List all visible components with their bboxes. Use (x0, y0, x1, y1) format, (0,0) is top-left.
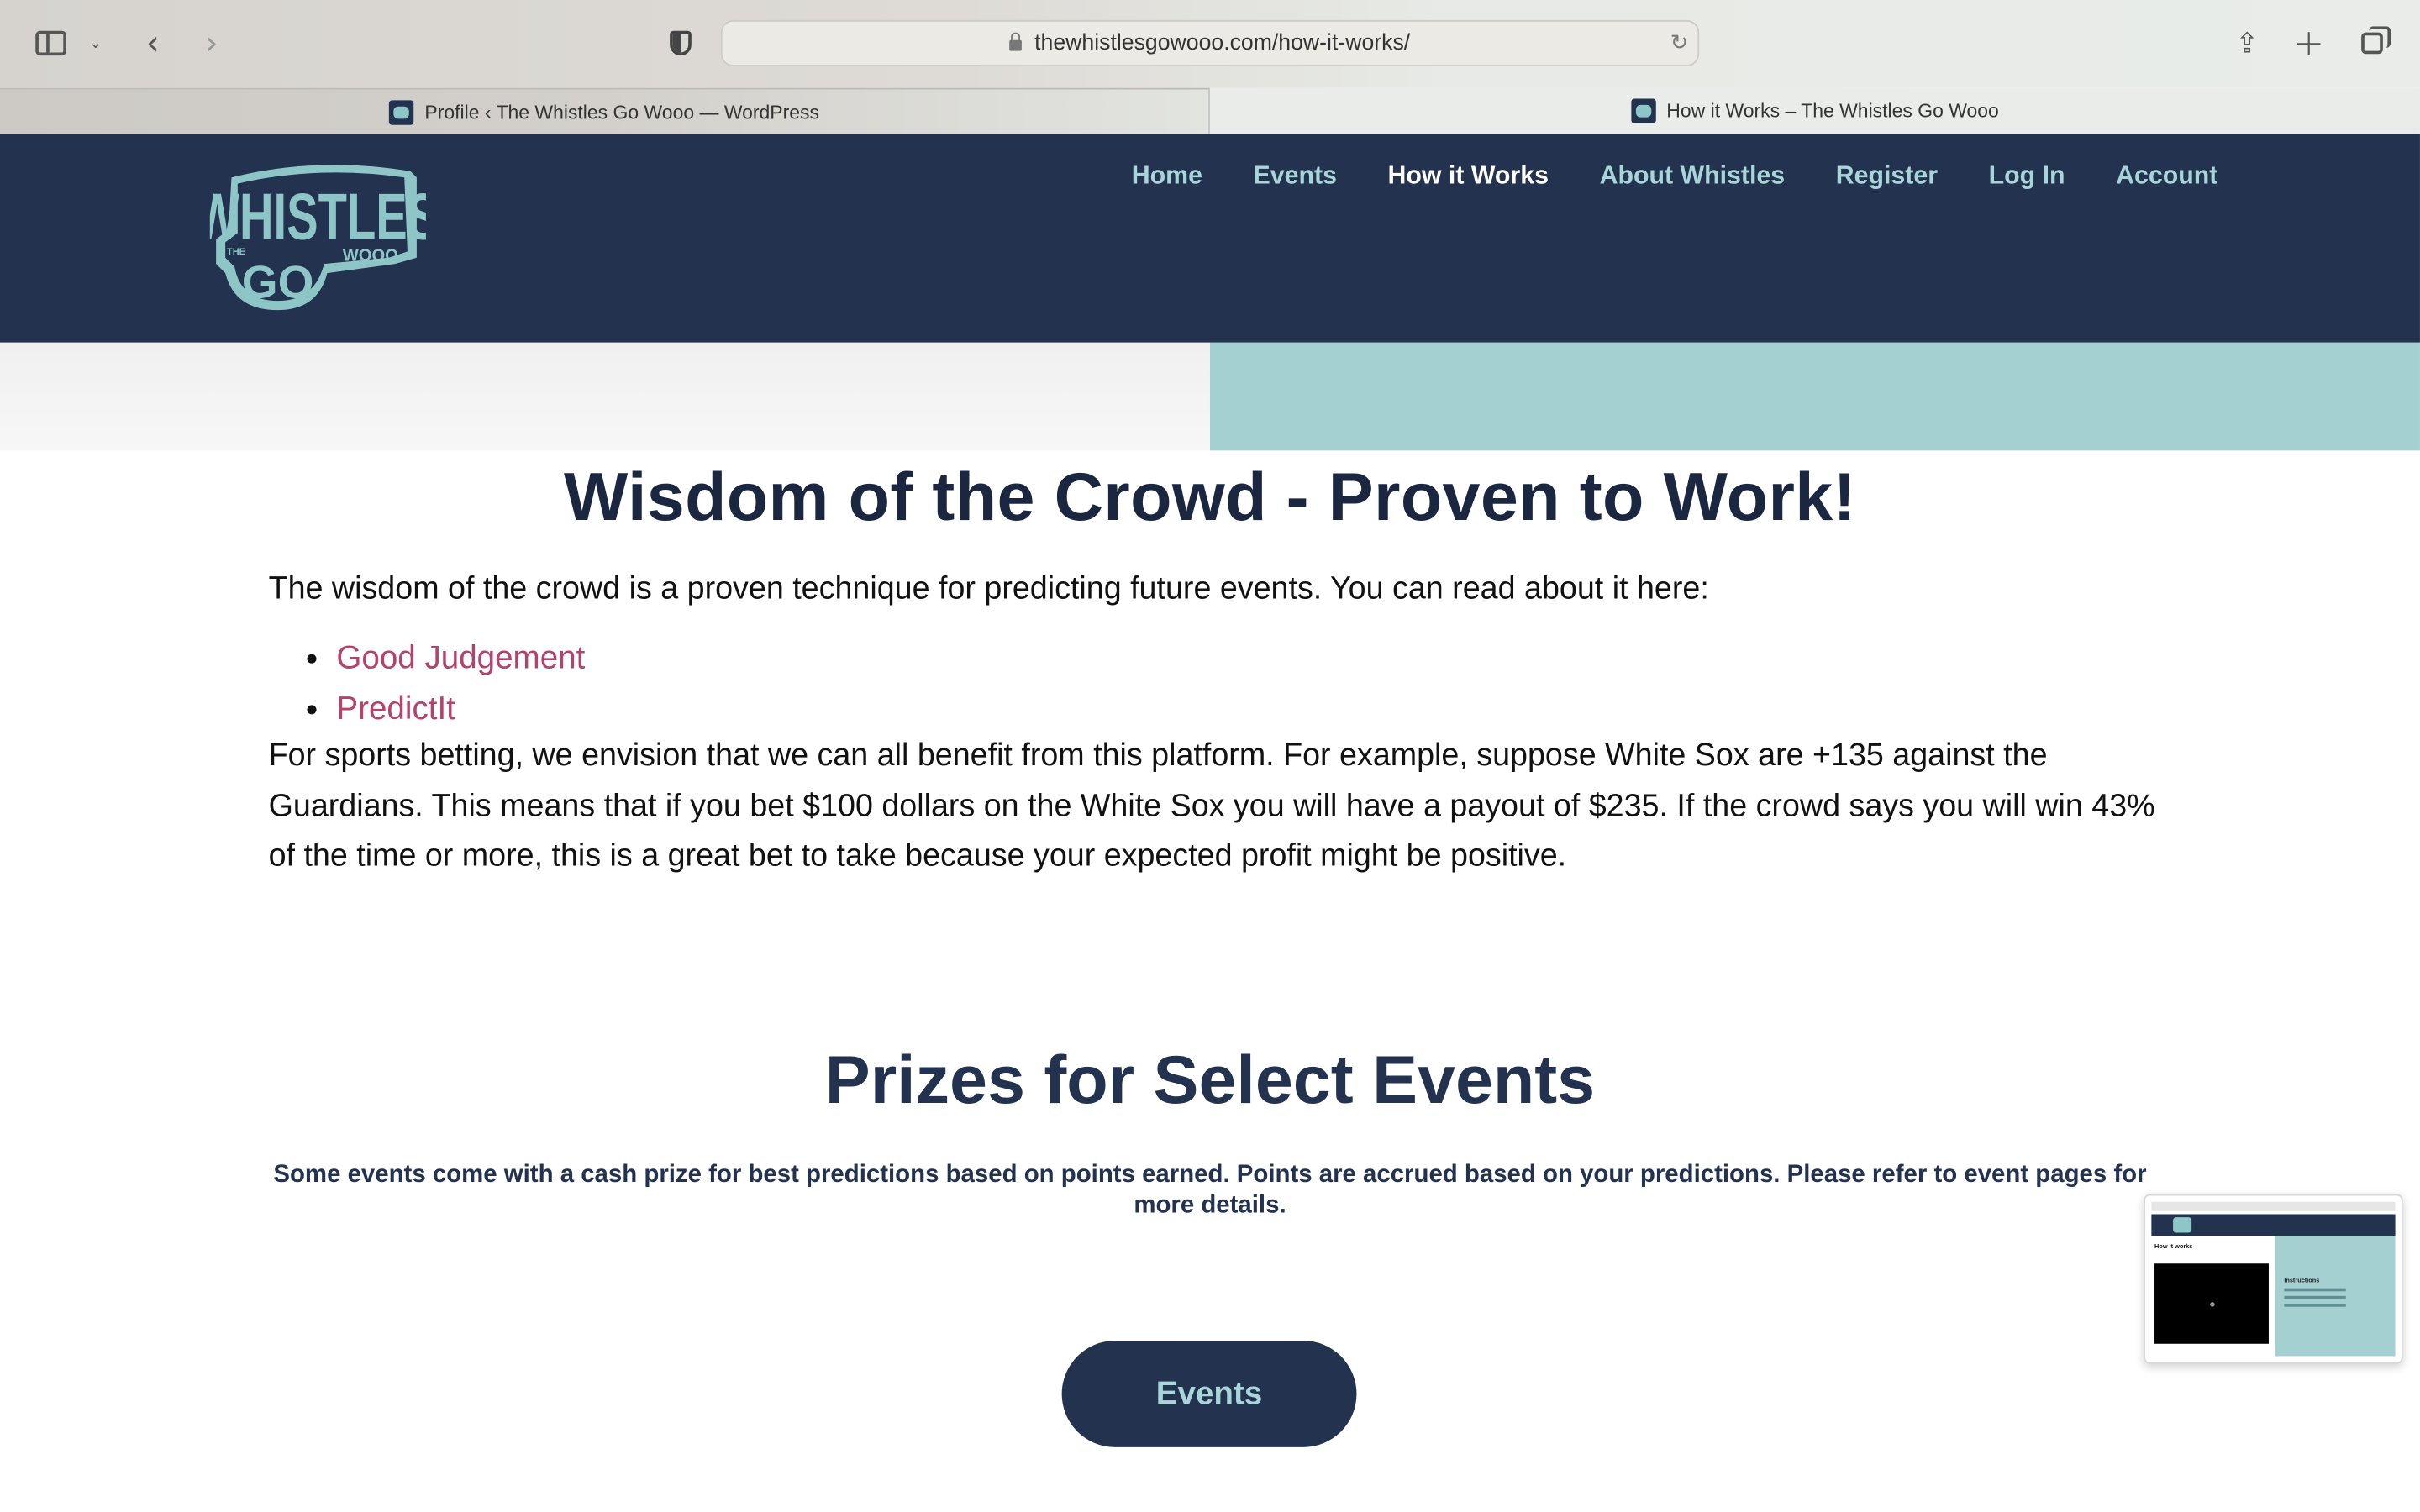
logo-text-the: THE (227, 247, 245, 257)
tab-label: How it Works – The Whistles Go Wooo (1666, 100, 1999, 123)
prizes-heading: Prizes for Select Events (824, 1042, 1596, 1119)
pip-title: How it works (2154, 1242, 2193, 1250)
chevron-down-icon[interactable]: ⌄ (83, 22, 108, 65)
logo-text-go: GO (242, 255, 314, 307)
share-icon[interactable]: ⇪ (2228, 22, 2265, 65)
pip-text-line (2284, 1288, 2346, 1292)
prizes-text: Some events come with a cash prize for b… (273, 1162, 2147, 1219)
hero-left-panel (0, 342, 1210, 451)
nav-home[interactable]: Home (1132, 162, 1202, 192)
logo-text-whistles: WHISTLES (210, 181, 426, 254)
site-favicon-icon (1631, 98, 1656, 123)
reload-icon[interactable]: ↻ (1670, 29, 1689, 55)
list-item: PredictIt (336, 684, 585, 735)
tab-label: Profile ‹ The Whistles Go Wooo — WordPre… (424, 101, 819, 123)
events-button[interactable]: Events (1061, 1341, 1357, 1447)
browser-toolbar: ⌄ ‹ › thewhistlesgowooo.com/how-it-works… (0, 0, 2420, 88)
nav-about-whistles[interactable]: About Whistles (1600, 162, 1786, 192)
reference-links: Good Judgement PredictIt (269, 633, 585, 735)
pip-text-line (2284, 1304, 2346, 1307)
sidebar-toggle-icon[interactable] (31, 22, 71, 65)
logo-text-wooo: WOOO (343, 246, 398, 265)
site-logo[interactable]: WHISTLES GO WOOO THE (210, 162, 426, 317)
nav-account[interactable]: Account (2116, 162, 2217, 192)
tab-how-it-works[interactable]: How it Works – The Whistles Go Wooo (1209, 87, 2420, 134)
video-thumbnail-preview[interactable]: How it works Instructions (2144, 1194, 2403, 1364)
forward-arrow-icon[interactable]: › (192, 22, 232, 65)
pip-instructions: Instructions (2284, 1275, 2320, 1284)
back-arrow-icon[interactable]: ‹ (133, 22, 173, 65)
link-good-judgement[interactable]: Good Judgement (336, 640, 585, 675)
tab-strip: Profile ‹ The Whistles Go Wooo — WordPre… (0, 87, 2420, 134)
address-bar[interactable]: thewhistlesgowooo.com/how-it-works/ ↻ (720, 19, 1700, 66)
privacy-shield-icon[interactable] (660, 22, 701, 65)
hero-right-panel (1209, 342, 2420, 451)
nav-how-it-works[interactable]: How it Works (1388, 162, 1549, 192)
lock-icon (1009, 31, 1023, 50)
site-favicon-icon (389, 99, 414, 124)
pip-text-line (2284, 1295, 2346, 1299)
pip-video-player (2154, 1263, 2269, 1344)
intro-text: The wisdom of the crowd is a proven tech… (268, 570, 1709, 606)
tab-profile[interactable]: Profile ‹ The Whistles Go Wooo — WordPre… (0, 87, 1210, 134)
sports-betting-paragraph: For sports betting, we envision that we … (268, 737, 2155, 874)
pip-site-header (2151, 1214, 2396, 1236)
page-heading: Wisdom of the Crowd - Proven to Work! (564, 459, 1856, 536)
site-header: WHISTLES GO WOOO THE Home Events How it … (0, 134, 2420, 343)
nav-register[interactable]: Register (1836, 162, 1938, 192)
nav-events[interactable]: Events (1254, 162, 1337, 192)
nav-log-in[interactable]: Log In (1989, 162, 2065, 192)
url-text: thewhistlesgowooo.com/how-it-works/ (1034, 30, 1411, 56)
new-tab-plus-icon[interactable]: + (2291, 22, 2328, 65)
main-nav: Home Events How it Works About Whistles … (1132, 162, 2218, 192)
pip-browser-bar (2151, 1201, 2396, 1211)
list-item: Good Judgement (336, 633, 585, 684)
link-predictit[interactable]: PredictIt (336, 691, 455, 727)
tab-overview-icon[interactable] (2352, 22, 2392, 65)
